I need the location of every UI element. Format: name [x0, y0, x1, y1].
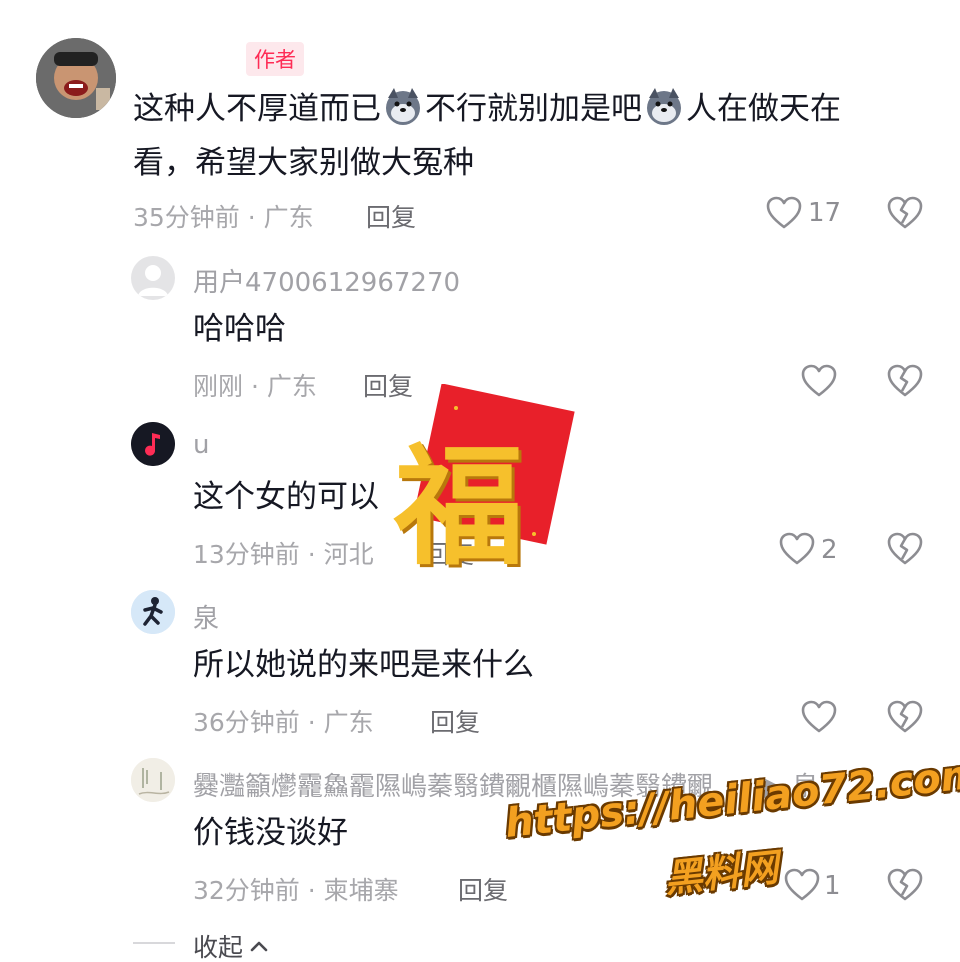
- avatar[interactable]: [131, 256, 175, 300]
- like-count: 17: [808, 198, 842, 228]
- comment-text: 价钱没谈好: [193, 815, 348, 851]
- comment-text-part: 人在做天在: [686, 91, 841, 127]
- chevron-up-icon: [250, 941, 268, 952]
- avatar[interactable]: [131, 590, 175, 634]
- comment-username[interactable]: 用户4700612967270: [193, 262, 460, 299]
- fu-sticker: 福: [386, 383, 576, 583]
- collapse-button[interactable]: 收起: [193, 928, 268, 962]
- heart-icon[interactable]: [779, 532, 815, 566]
- heart-icon[interactable]: [766, 196, 802, 230]
- avatar[interactable]: [131, 422, 175, 466]
- music-note-icon: [131, 422, 175, 466]
- comment-time-location: 36分钟前 · 广东: [193, 708, 374, 737]
- comment-text-line2: 看，希望大家别做大冤种: [133, 145, 474, 181]
- heart-icon[interactable]: [801, 700, 837, 734]
- comment-text: 这种人不厚道而已 不行就别加是吧 人在做天在: [133, 82, 841, 136]
- watermark-site-name: 黑料网: [662, 845, 781, 901]
- comment-text-part: 不行就别加是吧: [425, 91, 642, 127]
- avatar[interactable]: [131, 758, 175, 802]
- avatar[interactable]: [36, 38, 116, 118]
- comment-username[interactable]: u: [193, 430, 209, 460]
- collapse-divider: [133, 942, 175, 944]
- avatar-photo: [131, 590, 175, 634]
- dislike-icon[interactable]: [887, 532, 923, 566]
- dislike-icon[interactable]: [887, 364, 923, 398]
- dislike-icon[interactable]: [887, 868, 923, 902]
- comment-time-location: 刚刚 · 广东: [193, 372, 317, 401]
- comment-text: 这个女的可以: [193, 479, 379, 515]
- heart-icon[interactable]: [801, 364, 837, 398]
- doge-emoji-icon: [386, 88, 420, 125]
- fu-character: 福: [394, 430, 525, 583]
- collapse-label: 收起: [193, 933, 244, 962]
- comment-username[interactable]: 泉: [193, 598, 219, 635]
- comment-text: 哈哈哈: [193, 311, 286, 347]
- author-badge: 作者: [246, 42, 304, 76]
- dislike-icon[interactable]: [887, 196, 923, 230]
- reply-button[interactable]: 回复: [366, 198, 416, 234]
- avatar-photo: [131, 758, 175, 802]
- like-count: 2: [821, 535, 838, 565]
- reply-button[interactable]: 回复: [430, 703, 480, 739]
- comment-time-location: 35分钟前 · 广东: [133, 203, 314, 232]
- comment-text-part: 这种人不厚道而已: [133, 91, 381, 127]
- reply-button[interactable]: 回复: [458, 871, 508, 907]
- doge-emoji-icon: [647, 88, 681, 125]
- comment-time-location: 32分钟前 · 柬埔寨: [193, 876, 399, 905]
- default-avatar-icon: [138, 265, 168, 296]
- dislike-icon[interactable]: [887, 700, 923, 734]
- avatar-photo: [36, 38, 116, 118]
- comment-time-location: 13分钟前 · 河北: [193, 540, 374, 569]
- like-count: 1: [824, 871, 841, 901]
- comment-text: 所以她说的来吧是来什么: [193, 647, 534, 683]
- heart-icon[interactable]: [784, 868, 820, 902]
